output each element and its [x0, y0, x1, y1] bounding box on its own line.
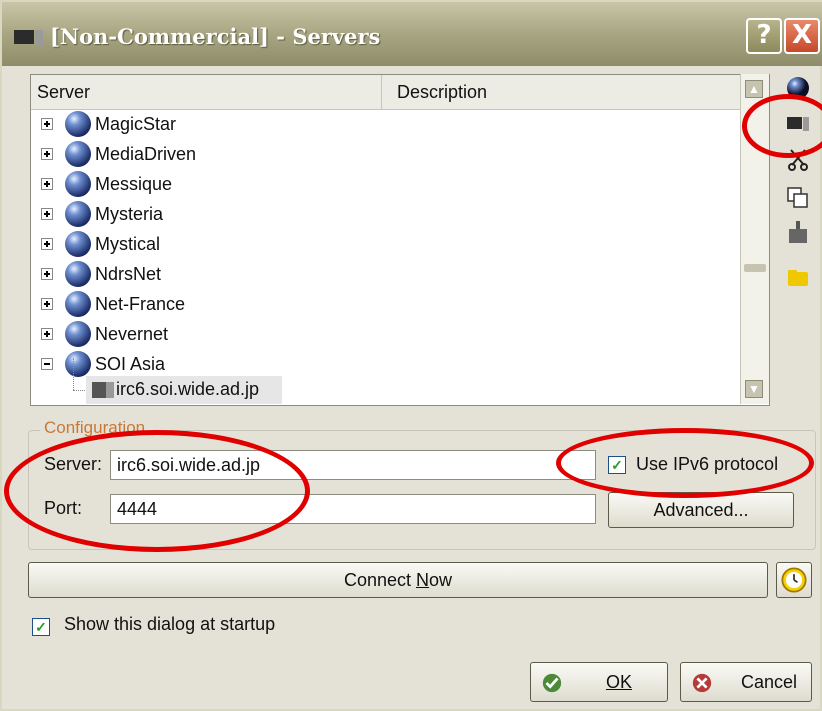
- checkmark-icon: [542, 673, 562, 693]
- cancel-icon: [692, 673, 712, 693]
- server-list[interactable]: Server Description MagicStar MediaDriven…: [30, 74, 770, 406]
- startup-label: Show this dialog at startup: [64, 614, 276, 634]
- globe-icon: [65, 171, 91, 197]
- column-server[interactable]: Server: [37, 75, 382, 109]
- list-item-label: MagicStar: [95, 114, 177, 134]
- list-item[interactable]: Mysteria: [31, 199, 731, 229]
- list-item-label: Net-France: [95, 294, 186, 314]
- highlight-annotation: [556, 428, 814, 498]
- list-item-label: Messique: [95, 174, 173, 194]
- list-item-label: MediaDriven: [95, 144, 197, 164]
- scroll-down-arrow[interactable]: ▼: [745, 380, 763, 398]
- globe-icon: [65, 291, 91, 317]
- expand-icon[interactable]: [41, 238, 53, 250]
- globe-icon: [65, 261, 91, 287]
- ok-label: OK: [605, 672, 632, 692]
- servers-dialog: [Non-Commercial] - Servers ? X Server De…: [0, 0, 822, 711]
- folder-icon[interactable]: [786, 266, 810, 290]
- connect-label-mnemonic: N: [416, 570, 430, 590]
- expand-icon[interactable]: [41, 118, 53, 130]
- collapse-icon[interactable]: [41, 358, 53, 370]
- globe-icon: [65, 321, 91, 347]
- scroll-up-arrow[interactable]: ▲: [745, 80, 763, 98]
- cancel-button[interactable]: Cancel: [680, 662, 812, 702]
- server-icon: [14, 30, 43, 46]
- help-button[interactable]: ?: [746, 18, 782, 54]
- selected-server-label: irc6.soi.wide.ad.jp: [116, 379, 260, 399]
- paste-icon[interactable]: [786, 220, 810, 244]
- connect-label-rest: ow: [429, 570, 453, 590]
- ok-button[interactable]: OK: [530, 662, 668, 702]
- server-icon: [92, 382, 114, 398]
- column-description[interactable]: Description: [397, 75, 487, 109]
- list-header: Server Description: [31, 75, 742, 110]
- startup-checkbox[interactable]: ✓: [32, 618, 50, 636]
- list-item-label: Mystical: [95, 234, 161, 254]
- globe-icon: [65, 201, 91, 227]
- schedule-button[interactable]: [776, 562, 812, 598]
- tree-connector: [73, 358, 75, 390]
- expand-icon[interactable]: [41, 268, 53, 280]
- expand-icon[interactable]: [41, 178, 53, 190]
- expand-icon[interactable]: [41, 148, 53, 160]
- list-item-label: NdrsNet: [95, 264, 162, 284]
- globe-icon: [65, 141, 91, 167]
- clock-icon: [781, 567, 807, 593]
- list-item[interactable]: Nevernet: [31, 319, 731, 349]
- list-item[interactable]: Mystical: [31, 229, 731, 259]
- list-item[interactable]: Net-France: [31, 289, 731, 319]
- connect-label: Connect: [343, 570, 417, 590]
- copy-icon[interactable]: [786, 186, 810, 210]
- globe-icon: [65, 351, 91, 377]
- globe-icon: [65, 231, 91, 257]
- title-bar[interactable]: [Non-Commercial] - Servers ? X: [2, 2, 822, 66]
- list-item[interactable]: MediaDriven: [31, 139, 731, 169]
- connect-now-button[interactable]: Connect Now: [28, 562, 768, 598]
- list-item-label: Mysteria: [95, 204, 164, 224]
- highlight-annotation: [4, 430, 310, 552]
- window-title: [Non-Commercial] - Servers: [50, 24, 381, 49]
- expand-icon[interactable]: [41, 298, 53, 310]
- cancel-label: Cancel: [740, 672, 798, 692]
- scroll-thumb[interactable]: [744, 264, 766, 272]
- expand-icon[interactable]: [41, 208, 53, 220]
- close-button[interactable]: X: [784, 18, 820, 54]
- list-item[interactable]: Messique: [31, 169, 731, 199]
- expand-icon[interactable]: [41, 328, 53, 340]
- list-item[interactable]: MagicStar: [31, 109, 731, 139]
- list-item[interactable]: NdrsNet: [31, 259, 731, 289]
- list-item-label: Nevernet: [95, 324, 169, 344]
- globe-icon: [65, 111, 91, 137]
